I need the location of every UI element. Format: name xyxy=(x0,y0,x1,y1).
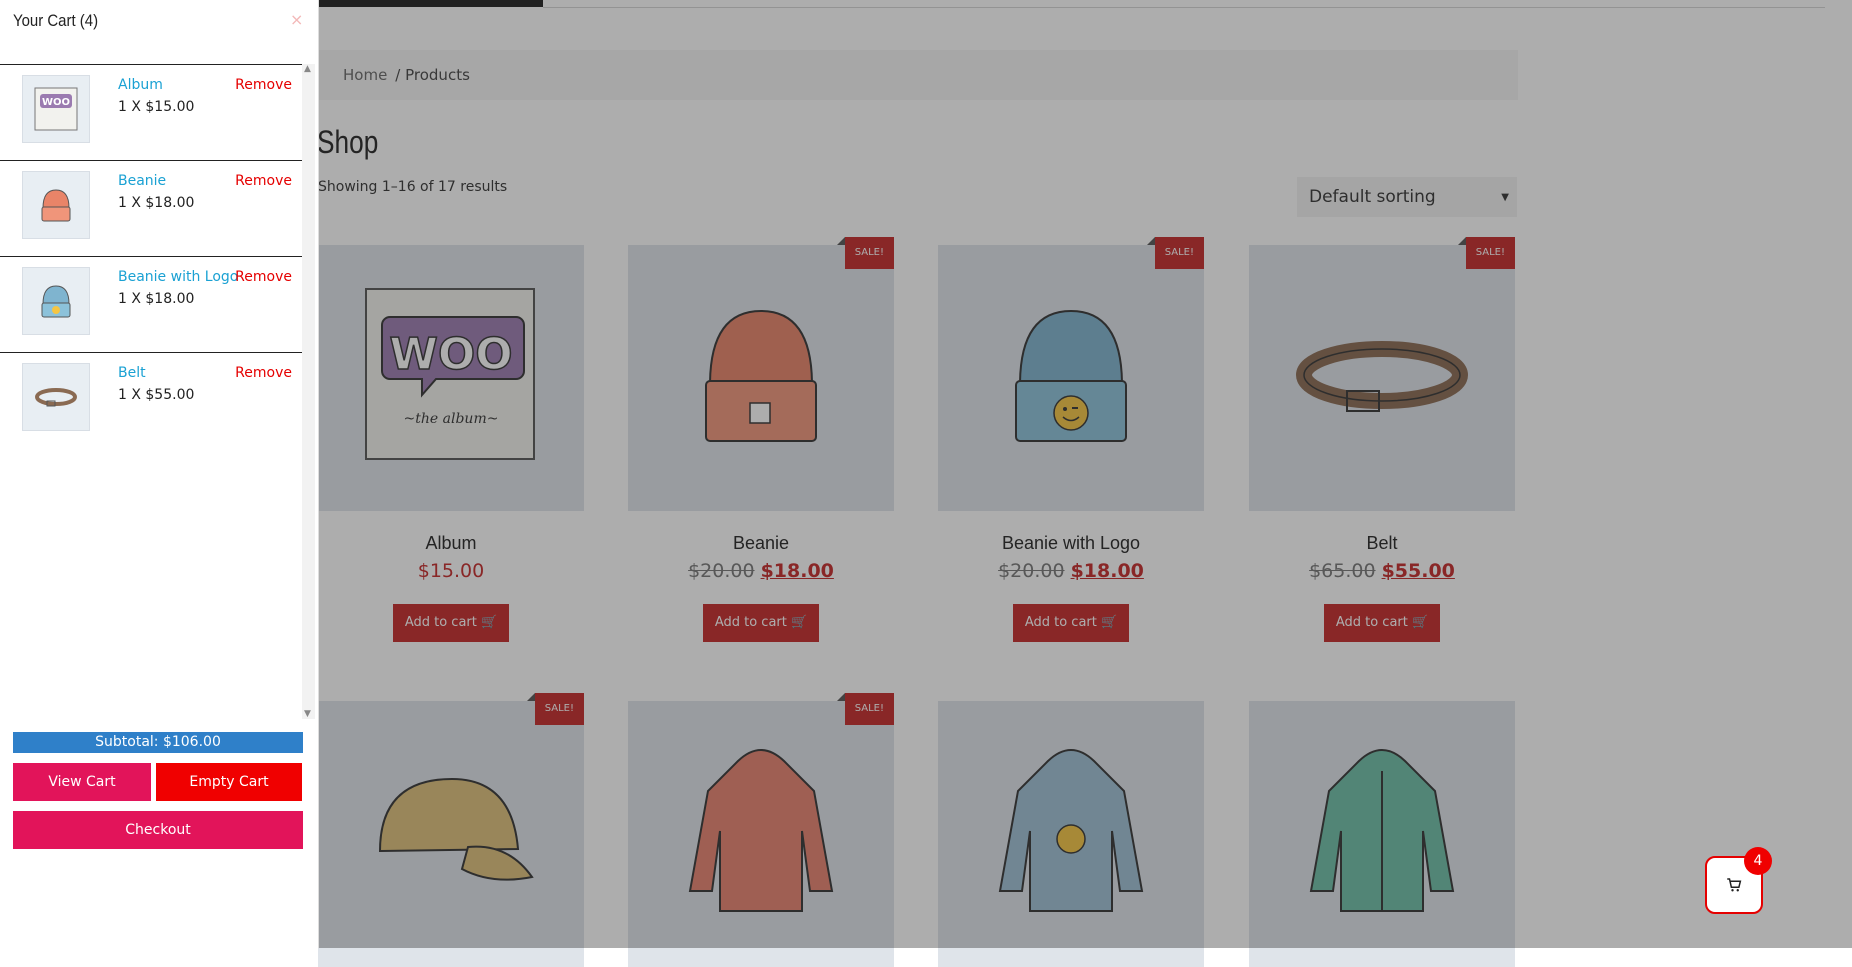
cart-count-badge: 4 xyxy=(1744,847,1772,875)
cart-item-quantity: 1 X $15.00 xyxy=(118,99,195,115)
cart-item: Belt 1 X $55.00 Remove xyxy=(0,352,302,448)
cart-item-thumbnail[interactable] xyxy=(22,267,90,335)
cart-scrollbar[interactable]: ▲ ▼ xyxy=(302,64,315,719)
cart-drawer: Your Cart (4) × WOO Album 1 X $15.00 Rem… xyxy=(0,0,319,948)
cart-item-list: WOO Album 1 X $15.00 Remove Beanie 1 X $… xyxy=(0,64,302,448)
album-thumbnail-icon: WOO xyxy=(34,87,78,131)
cart-item: WOO Album 1 X $15.00 Remove xyxy=(0,64,302,160)
cart-item-name[interactable]: Beanie with Logo xyxy=(118,269,238,285)
remove-button[interactable]: Remove xyxy=(235,365,292,381)
cart-item-thumbnail[interactable] xyxy=(22,363,90,431)
svg-text:WOO: WOO xyxy=(42,97,70,108)
beanie-with-logo-thumbnail-icon xyxy=(41,285,71,318)
checkout-button[interactable]: Checkout xyxy=(13,811,303,849)
cart-item-thumbnail[interactable] xyxy=(22,171,90,239)
shop-page: Home / Products Shop Showing 1–16 of 17 … xyxy=(0,0,1852,967)
remove-button[interactable]: Remove xyxy=(235,269,292,285)
cart-item: Beanie 1 X $18.00 Remove xyxy=(0,160,302,256)
scroll-up-icon[interactable]: ▲ xyxy=(304,64,311,74)
close-icon[interactable]: × xyxy=(290,10,303,29)
scroll-down-icon[interactable]: ▼ xyxy=(304,709,311,719)
remove-button[interactable]: Remove xyxy=(235,173,292,189)
cart-icon xyxy=(1727,878,1742,892)
cart-item-name[interactable]: Belt xyxy=(118,365,146,381)
cart-item: Beanie with Logo 1 X $18.00 Remove xyxy=(0,256,302,352)
cart-title: Your Cart (4) xyxy=(13,11,99,30)
cart-item-thumbnail[interactable]: WOO xyxy=(22,75,90,143)
cart-item-name[interactable]: Beanie xyxy=(118,173,166,189)
empty-cart-button[interactable]: Empty Cart xyxy=(156,763,302,801)
cart-subtotal: Subtotal: $106.00 xyxy=(13,732,303,753)
belt-thumbnail-icon xyxy=(35,388,77,407)
cart-item-name[interactable]: Album xyxy=(118,77,163,93)
beanie-thumbnail-icon xyxy=(41,189,71,222)
view-cart-button[interactable]: View Cart xyxy=(13,763,151,801)
cart-item-quantity: 1 X $18.00 xyxy=(118,291,195,307)
cart-item-quantity: 1 X $55.00 xyxy=(118,387,195,403)
cart-item-quantity: 1 X $18.00 xyxy=(118,195,195,211)
remove-button[interactable]: Remove xyxy=(235,77,292,93)
